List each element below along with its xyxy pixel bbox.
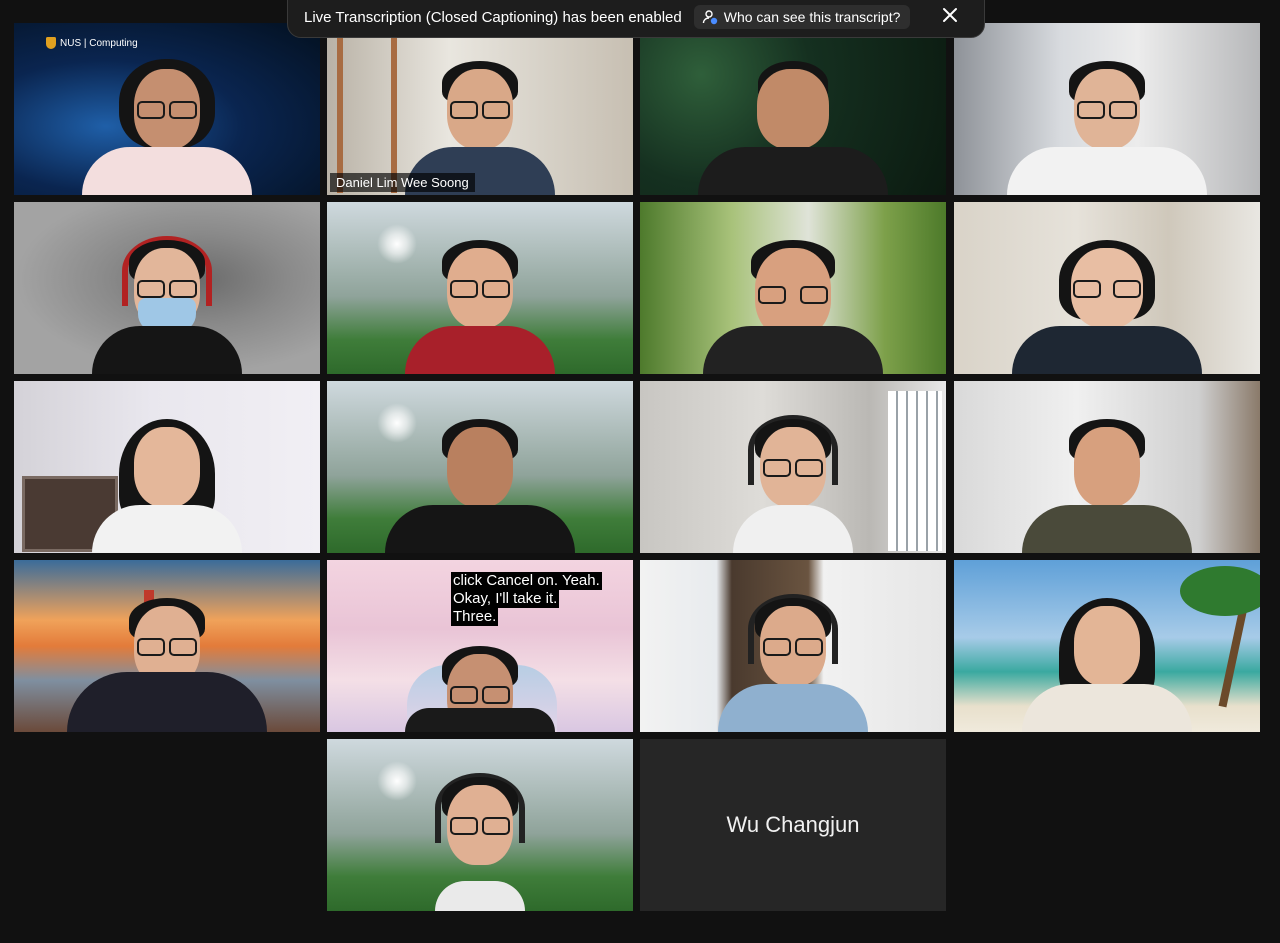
participant-video — [385, 413, 575, 553]
video-tile-17[interactable] — [327, 739, 633, 911]
participant-video — [1022, 592, 1192, 732]
video-tile-16[interactable] — [954, 560, 1260, 732]
video-tile-18-camera-off[interactable]: Wu Changjun — [640, 739, 946, 911]
video-tile-8[interactable] — [954, 202, 1260, 374]
participant-video — [405, 234, 555, 374]
participant-video — [1007, 55, 1207, 195]
participant-video — [718, 592, 868, 732]
who-can-see-label: Who can see this transcript? — [723, 9, 901, 25]
participant-video — [82, 55, 252, 195]
participant-video — [67, 592, 267, 732]
participant-video — [92, 413, 242, 553]
participant-name: Wu Changjun — [726, 812, 860, 837]
transcription-message: Live Transcription (Closed Captioning) h… — [304, 8, 682, 26]
transcription-banner: Live Transcription (Closed Captioning) h… — [287, 0, 985, 38]
video-tile-4[interactable] — [954, 23, 1260, 195]
person-lock-icon — [702, 10, 717, 25]
video-tile-9[interactable] — [14, 381, 320, 553]
participant-video — [698, 55, 888, 195]
nus-computing-logo: NUS | Computing — [46, 37, 138, 49]
video-tile-7[interactable] — [640, 202, 946, 374]
video-tile-14[interactable]: click Cancel on. Yeah. Okay, I'll take i… — [327, 560, 633, 732]
video-tile-6[interactable] — [327, 202, 633, 374]
participant-video — [718, 413, 868, 553]
participant-name-label: Daniel Lim Wee Soong — [330, 173, 475, 192]
participant-video — [703, 234, 883, 374]
participant-video — [1012, 234, 1202, 374]
video-tile-2-active-speaker[interactable]: Daniel Lim Wee Soong — [327, 23, 633, 195]
video-tile-5[interactable] — [14, 202, 320, 374]
video-tile-12[interactable] — [954, 381, 1260, 553]
close-icon[interactable] — [940, 5, 960, 25]
video-tile-1[interactable]: NUS | Computing — [14, 23, 320, 195]
live-caption: click Cancel on. Yeah. Okay, I'll take i… — [451, 572, 602, 626]
video-tile-11[interactable] — [640, 381, 946, 553]
video-tile-10[interactable] — [327, 381, 633, 553]
video-tile-13[interactable] — [14, 560, 320, 732]
caption-line: Okay, I'll take it. — [451, 590, 560, 608]
participant-video — [405, 771, 555, 911]
caption-line: Three. — [451, 608, 499, 626]
video-tile-3[interactable] — [640, 23, 946, 195]
who-can-see-transcript-button[interactable]: Who can see this transcript? — [693, 5, 911, 29]
video-tile-15[interactable] — [640, 560, 946, 732]
participant-video — [92, 234, 242, 374]
caption-line: click Cancel on. Yeah. — [451, 572, 602, 590]
participant-video — [1022, 413, 1192, 553]
